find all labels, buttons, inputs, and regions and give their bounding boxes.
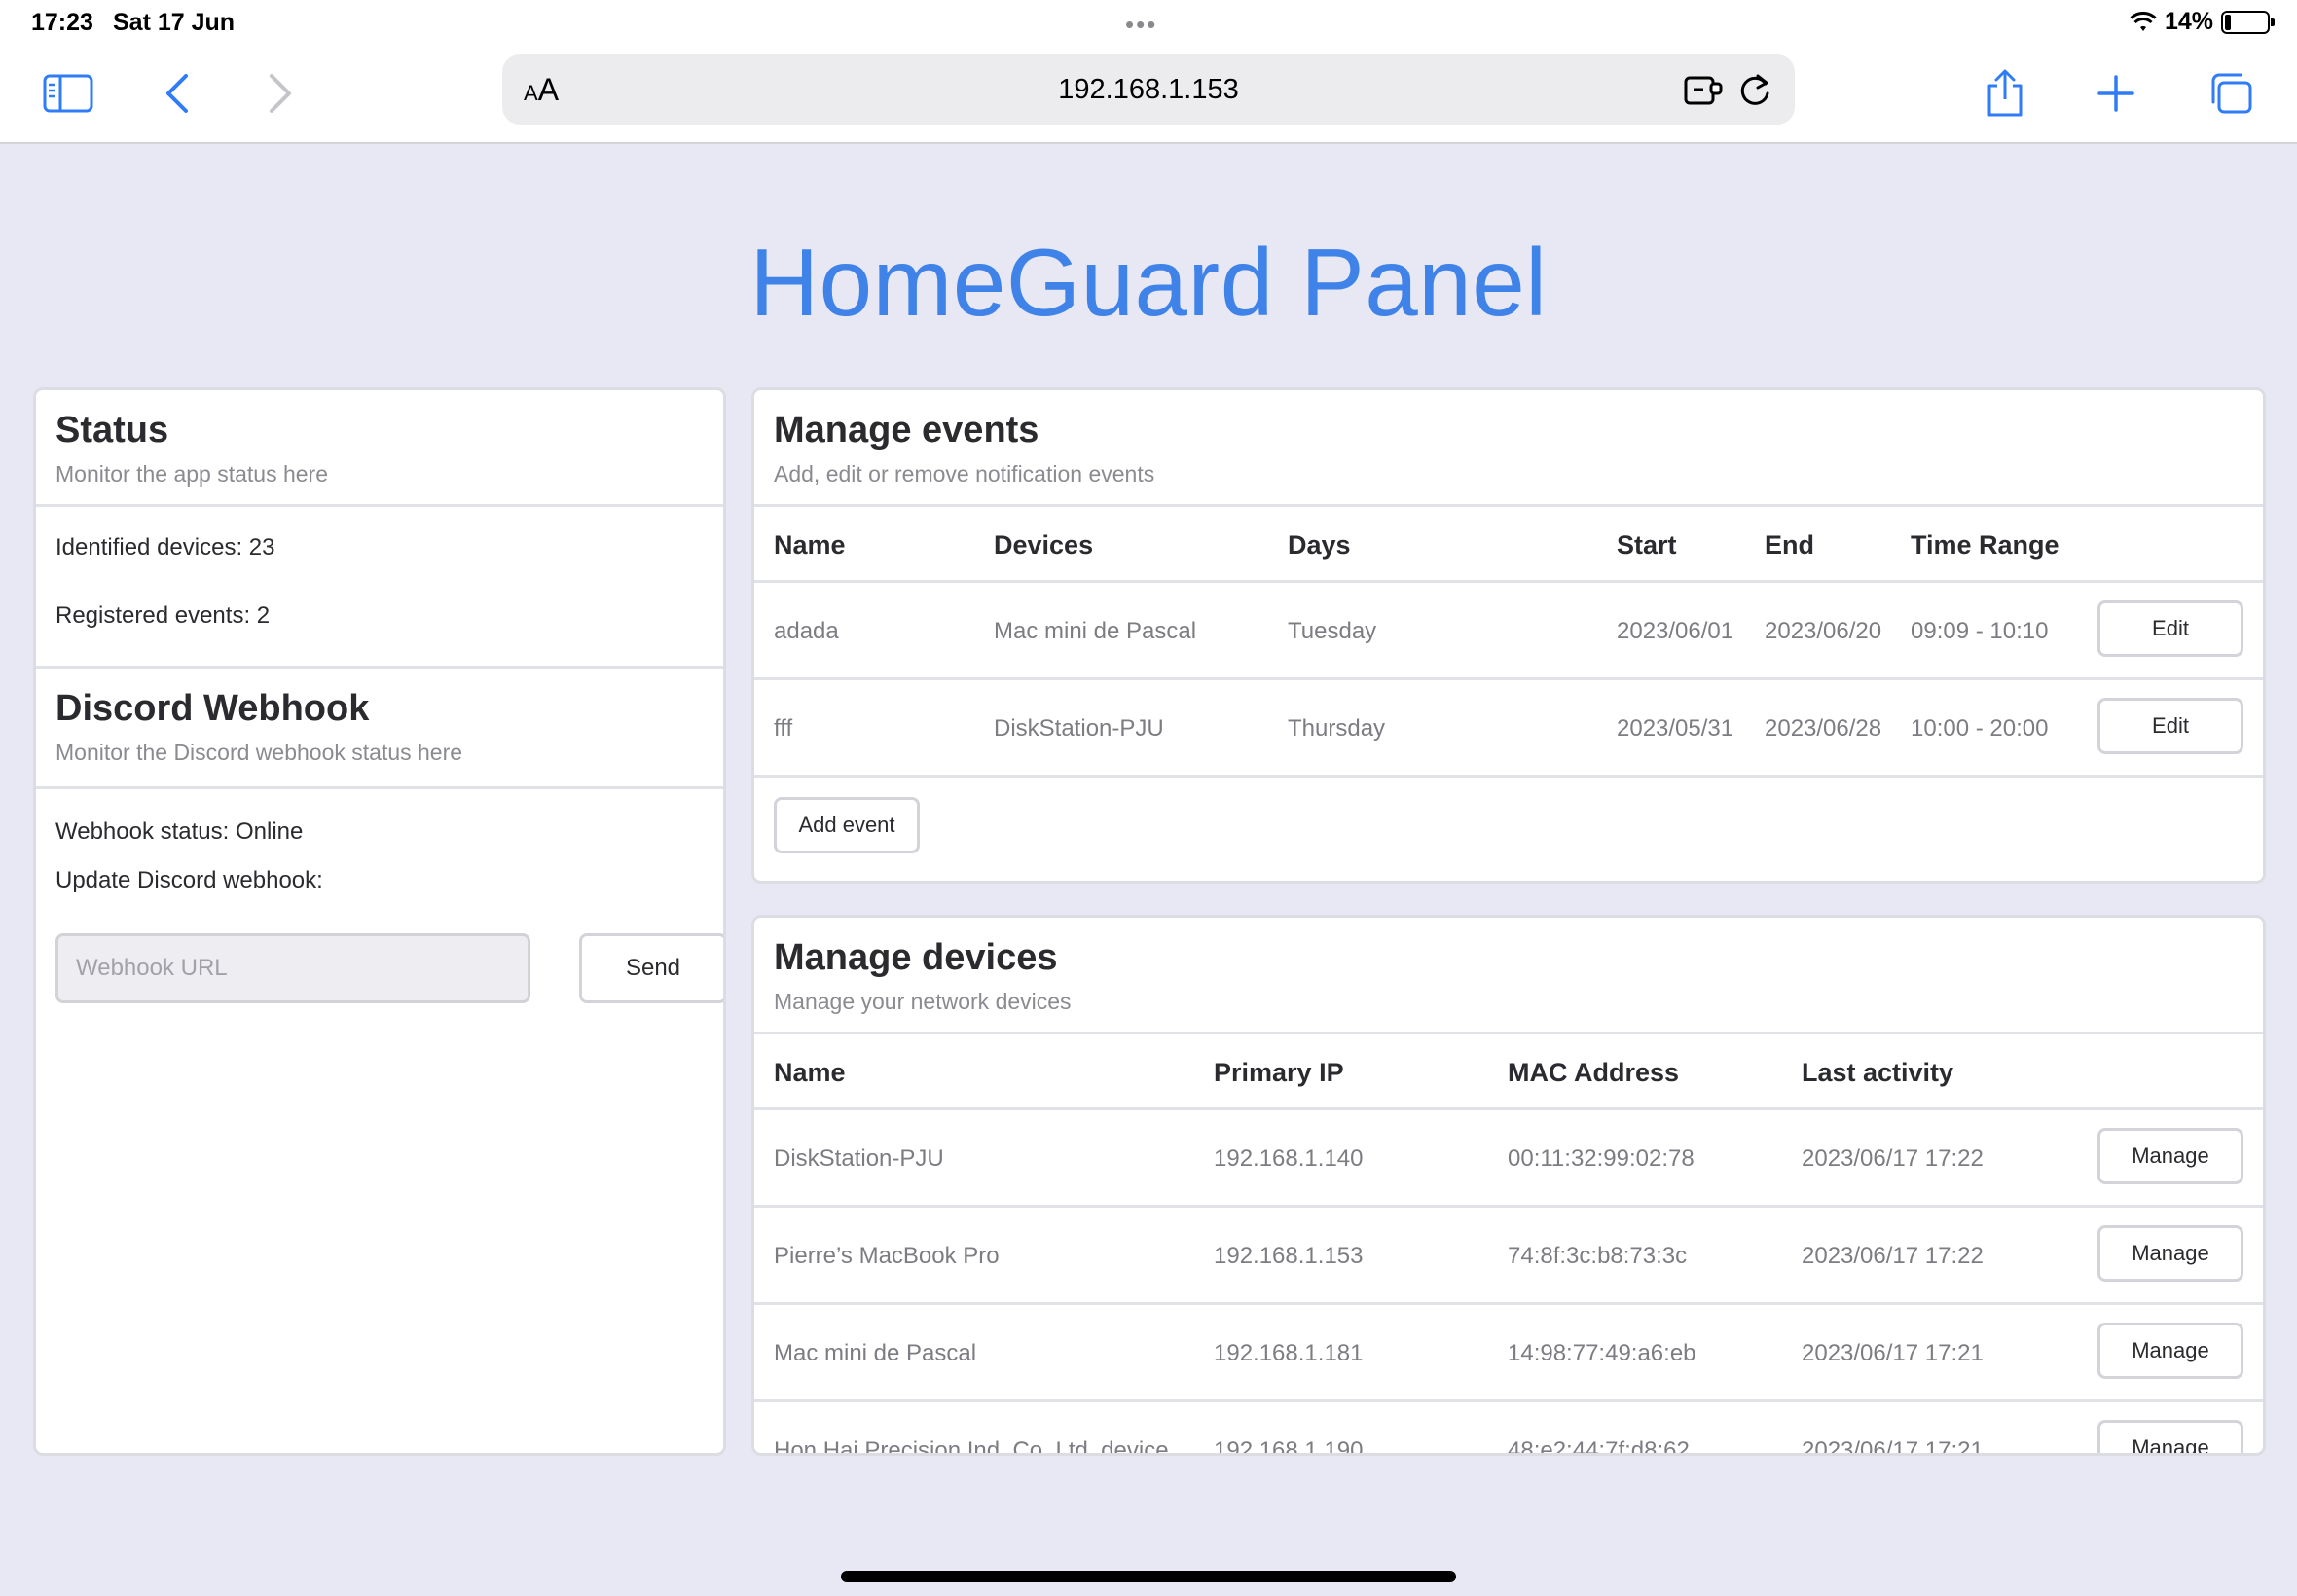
table-row: fff DiskStation-PJU Thursday 2023/05/31 … [754,680,2263,778]
devices-table-header: Name Primary IP MAC Address Last activit… [754,1034,2263,1110]
device-last-activity: 2023/06/17 17:21 [1802,1437,1984,1456]
column-header: Last activity [1802,1058,1954,1087]
device-mac: 48:e2:44:7f:d8:62 [1508,1437,1690,1456]
battery-icon [2221,10,2275,34]
device-ip: 192.168.1.153 [1214,1243,1364,1269]
devices-header: Manage devices Manage your network devic… [754,918,2263,1034]
home-indicator[interactable] [841,1571,1456,1582]
column-header: Name [774,1058,846,1087]
table-row: Mac mini de Pascal 192.168.1.181 14:98:7… [754,1305,2263,1402]
device-ip: 192.168.1.190 [1214,1437,1364,1456]
table-row: adada Mac mini de Pascal Tuesday 2023/06… [754,583,2263,680]
event-devices: Mac mini de Pascal [994,618,1197,644]
devices-card: Manage devices Manage your network devic… [751,915,2266,1456]
back-icon[interactable] [148,66,206,121]
status-card: Status Monitor the app status here Ident… [33,387,726,1456]
device-mac: 00:11:32:99:02:78 [1508,1145,1695,1172]
column-header: Name [774,530,846,560]
device-name: Mac mini de Pascal [774,1340,977,1366]
manage-device-button[interactable]: Manage [2097,1323,2243,1379]
update-webhook-label: Update Discord webhook: [55,867,323,893]
status-header: Status Monitor the app status here [36,390,723,507]
events-subtitle: Add, edit or remove notification events [774,461,1155,487]
table-row: DiskStation-PJU 192.168.1.140 00:11:32:9… [754,1110,2263,1208]
wifi-icon [2130,11,2157,31]
add-event-button[interactable]: Add event [774,797,920,853]
device-last-activity: 2023/06/17 17:21 [1802,1340,1984,1366]
event-end: 2023/06/20 [1765,618,1882,644]
device-name: DiskStation-PJU [774,1145,944,1172]
devices-subtitle: Manage your network devices [774,989,1072,1014]
event-days: Thursday [1288,715,1386,742]
discord-subtitle: Monitor the Discord webhook status here [55,740,463,765]
event-start: 2023/06/01 [1617,618,1734,644]
discord-title: Discord Webhook [55,688,370,729]
discord-body: Webhook status: Online Update Discord we… [36,789,723,1040]
send-button[interactable]: Send [579,933,723,1003]
column-header: Time Range [1911,530,2060,560]
device-mac: 74:8f:3c:b8:73:3c [1508,1243,1688,1269]
registered-events-count: Registered events: 2 [55,602,271,629]
event-days: Tuesday [1288,618,1377,644]
multitasking-dots-icon[interactable]: ••• [1125,10,1157,40]
date: Sat 17 Jun [113,9,236,36]
status-subtitle: Monitor the app status here [55,461,328,487]
device-name: Pierre’s MacBook Pro [774,1243,1000,1269]
tabs-icon[interactable] [2202,66,2260,121]
column-header: MAC Address [1508,1058,1680,1087]
column-header: Days [1288,530,1351,560]
battery-percent: 14% [2164,8,2213,35]
table-row: Hon Hai Precision Ind. Co. Ltd. device 1… [754,1402,2263,1456]
page-title: HomeGuard Panel [749,229,1548,336]
column-header: Start [1617,530,1677,560]
identified-devices-count: Identified devices: 23 [55,534,275,561]
events-card: Manage events Add, edit or remove notifi… [751,387,2266,884]
column-header: Primary IP [1214,1058,1344,1087]
discord-header: Discord Webhook Monitor the Discord webh… [36,669,723,789]
events-footer: Add event [754,778,2263,875]
events-title: Manage events [774,410,1039,451]
url-text[interactable]: 192.168.1.153 [502,74,1795,106]
device-name: Hon Hai Precision Ind. Co. Ltd. device [774,1437,1169,1456]
event-devices: DiskStation-PJU [994,715,1164,742]
column-header: End [1765,530,1814,560]
new-tab-icon[interactable] [2087,66,2145,121]
extension-icon[interactable] [1682,70,1725,114]
events-table-header: Name Devices Days Start End Time Range [754,507,2263,583]
edit-event-button[interactable]: Edit [2097,698,2243,754]
manage-device-button[interactable]: Manage [2097,1420,2243,1453]
status-body: Identified devices: 23 Registered events… [36,507,723,669]
devices-title: Manage devices [774,937,1058,978]
forward-icon[interactable] [251,66,310,121]
device-last-activity: 2023/06/17 17:22 [1802,1145,1984,1172]
browser-toolbar: AA 192.168.1.153 [0,47,2297,144]
webhook-url-input[interactable] [55,933,530,1003]
event-time-range: 09:09 - 10:10 [1911,618,2049,644]
device-mac: 14:98:77:49:a6:eb [1508,1340,1696,1366]
manage-device-button[interactable]: Manage [2097,1128,2243,1184]
reload-icon[interactable] [1736,70,1773,114]
manage-device-button[interactable]: Manage [2097,1225,2243,1282]
events-header: Manage events Add, edit or remove notifi… [754,390,2263,507]
event-name: adada [774,618,839,644]
event-end: 2023/06/28 [1765,715,1882,742]
address-bar[interactable]: AA 192.168.1.153 [502,54,1795,125]
event-time-range: 10:00 - 20:00 [1911,715,2049,742]
device-ip: 192.168.1.140 [1214,1145,1364,1172]
column-header: Devices [994,530,1094,560]
edit-event-button[interactable]: Edit [2097,600,2243,657]
event-name: fff [774,715,793,742]
status-title: Status [55,410,169,451]
webhook-form: Send [55,933,723,1011]
table-row: Pierre’s MacBook Pro 192.168.1.153 74:8f… [754,1208,2263,1305]
share-icon[interactable] [1976,66,2034,121]
status-icons: 14% [2130,8,2275,36]
clock: 17:23 [31,9,93,36]
event-start: 2023/05/31 [1617,715,1734,742]
webhook-status: Webhook status: Online [55,818,304,845]
device-last-activity: 2023/06/17 17:22 [1802,1243,1984,1269]
sidebar-icon[interactable] [39,66,97,121]
device-ip: 192.168.1.181 [1214,1340,1364,1366]
status-bar: 17:23 Sat 17 Jun ••• 14% [0,0,2297,47]
